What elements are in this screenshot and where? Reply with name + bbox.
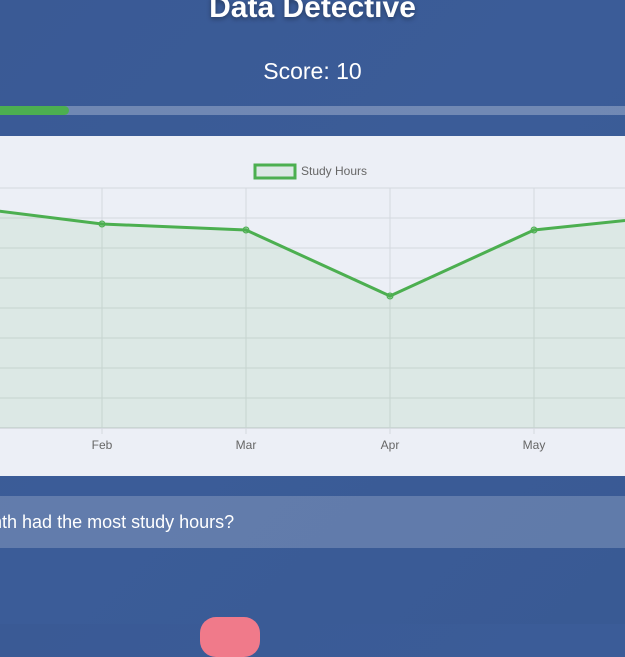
data-point[interactable] xyxy=(386,292,394,300)
game-title: Data Detective xyxy=(209,0,416,24)
score-display: Score: 10 xyxy=(263,58,362,84)
x-axis-ticks: JanFebMarAprMayJun xyxy=(92,438,546,452)
data-point[interactable] xyxy=(98,220,106,228)
chart-card: JanFebMarAprMayJun Study Hours xyxy=(0,136,625,476)
progress-bar xyxy=(0,106,625,115)
x-tick-label: Feb xyxy=(92,438,113,452)
data-point[interactable] xyxy=(530,226,538,234)
series-area-fill xyxy=(0,211,625,428)
answer-button[interactable] xyxy=(200,617,260,657)
x-tick-label: Mar xyxy=(236,438,257,452)
chart-legend[interactable]: Study Hours xyxy=(253,163,367,180)
study-hours-chart: JanFebMarAprMayJun Study Hours xyxy=(0,163,625,452)
x-tick-label: Apr xyxy=(381,438,400,452)
legend-label: Study Hours xyxy=(301,164,367,178)
data-point[interactable] xyxy=(242,226,250,234)
x-tick-label: May xyxy=(523,438,546,452)
question-text: Which month had the most study hours? xyxy=(0,512,235,532)
question-banner: Which month had the most study hours? xyxy=(0,496,625,548)
legend-swatch xyxy=(253,163,297,180)
progress-bar-fill xyxy=(0,106,69,115)
